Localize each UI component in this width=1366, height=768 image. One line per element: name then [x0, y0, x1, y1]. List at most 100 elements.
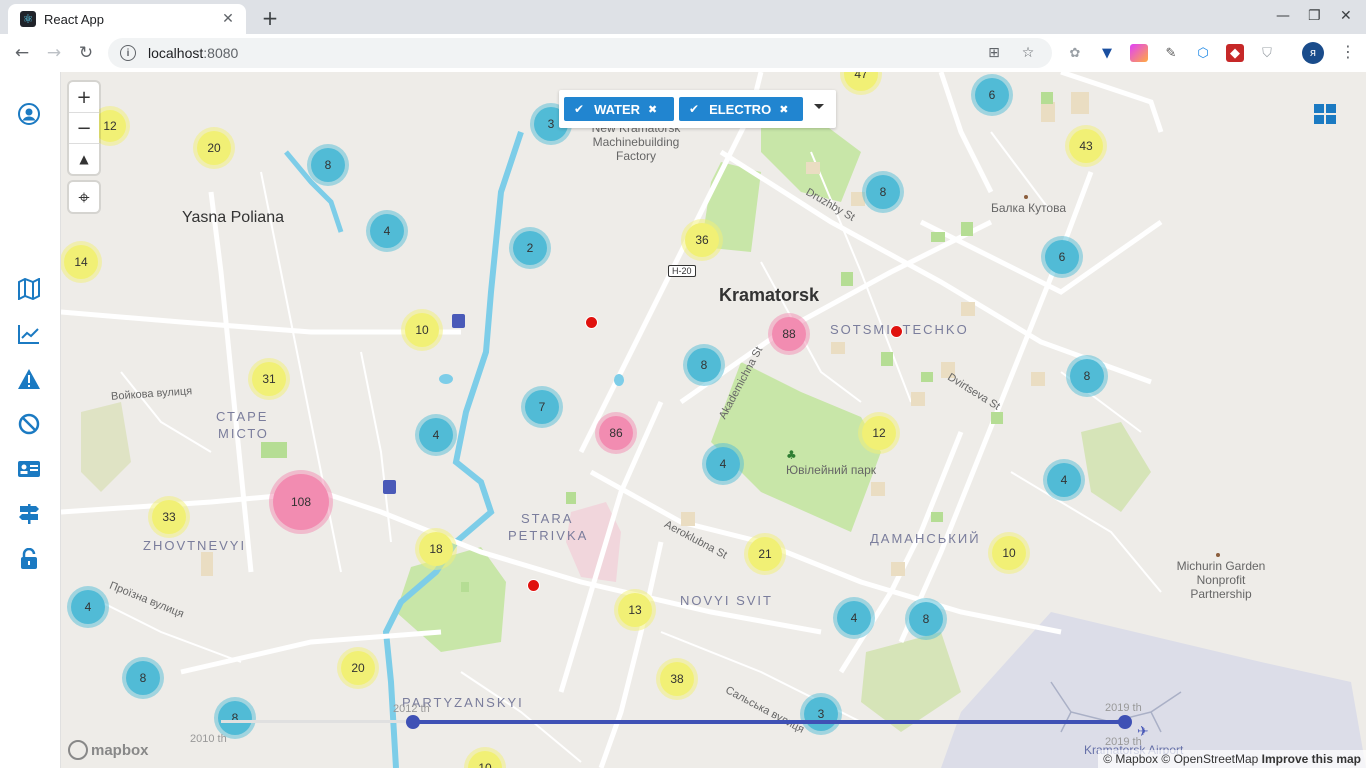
- map-icon[interactable]: [15, 275, 43, 303]
- extension-shield-icon[interactable]: ⛉: [1258, 44, 1276, 62]
- extension-v-icon[interactable]: ▼: [1098, 44, 1116, 62]
- zoom-in-button[interactable]: +: [69, 82, 99, 112]
- browser-tab[interactable]: ⚛ React App ✕: [8, 4, 246, 34]
- cluster-marker[interactable]: 86: [599, 416, 633, 450]
- cluster-marker[interactable]: 8: [311, 148, 345, 182]
- user-account-icon[interactable]: [15, 100, 43, 128]
- browser-menu-icon[interactable]: ⋮: [1340, 42, 1356, 61]
- reload-icon[interactable]: ↻: [74, 41, 98, 65]
- district-label-stare-2: МІСТО: [218, 426, 269, 441]
- cluster-marker[interactable]: 8: [687, 348, 721, 382]
- address-bar[interactable]: i localhost:8080 ⊞ ☆: [108, 38, 1052, 68]
- cluster-marker[interactable]: 21: [748, 537, 782, 571]
- chart-line-icon[interactable]: [15, 320, 43, 348]
- warning-icon[interactable]: [15, 365, 43, 393]
- cluster-marker[interactable]: 8: [1070, 359, 1104, 393]
- signpost-icon[interactable]: [15, 500, 43, 528]
- remove-chip-icon[interactable]: ✖: [648, 103, 657, 116]
- cluster-marker[interactable]: 38: [660, 662, 694, 696]
- poi-dot: [1024, 195, 1028, 199]
- extension-paw-icon[interactable]: ✿: [1066, 44, 1084, 62]
- place-label-yasna-poliana: Yasna Poliana: [182, 209, 284, 226]
- forward-arrow-icon[interactable]: →: [42, 41, 66, 65]
- improve-map-link[interactable]: Improve this map: [1262, 752, 1361, 766]
- tab-title: React App: [44, 11, 104, 27]
- cluster-marker[interactable]: 10: [992, 536, 1026, 570]
- cluster-marker[interactable]: 18: [419, 532, 453, 566]
- cluster-marker[interactable]: 33: [152, 500, 186, 534]
- cluster-marker[interactable]: 3: [804, 697, 838, 731]
- filter-chip-electro[interactable]: ✔ ELECTRO ✖: [679, 97, 803, 121]
- incident-point[interactable]: [527, 579, 540, 592]
- zoom-out-button[interactable]: −: [69, 112, 99, 143]
- remove-chip-icon[interactable]: ✖: [779, 103, 788, 116]
- profile-avatar[interactable]: я: [1302, 42, 1324, 64]
- district-label-stara: STARA: [521, 511, 574, 526]
- attribution-osm-link[interactable]: © OpenStreetMap: [1161, 752, 1258, 766]
- extension-pen-icon[interactable]: ✎: [1162, 44, 1180, 62]
- url-text: localhost:8080: [148, 45, 239, 61]
- extension-red-icon[interactable]: ◆: [1226, 44, 1244, 62]
- timeline-selected-range[interactable]: [413, 720, 1125, 724]
- district-label-zhovtnevyi: ZHOVTNEVYI: [143, 538, 247, 553]
- cluster-marker[interactable]: 7: [525, 390, 559, 424]
- extension-hex-icon[interactable]: ⬡: [1194, 44, 1212, 62]
- maximize-icon[interactable]: ❐: [1308, 8, 1321, 24]
- cluster-marker[interactable]: 4: [71, 590, 105, 624]
- attribution-mapbox-link[interactable]: © Mapbox: [1103, 752, 1158, 766]
- unlock-icon[interactable]: [15, 545, 43, 573]
- category-filter-select[interactable]: ✔ WATER ✖ ✔ ELECTRO ✖: [559, 90, 836, 128]
- cluster-marker[interactable]: 108: [273, 474, 329, 530]
- ban-icon[interactable]: [15, 410, 43, 438]
- incident-point[interactable]: [585, 316, 598, 329]
- minimize-icon[interactable]: —: [1276, 8, 1290, 24]
- cluster-marker[interactable]: 31: [252, 362, 286, 396]
- map-canvas[interactable]: Yasna Poliana Kramatorsk Войкова вулиця …: [61, 72, 1366, 768]
- geolocate-button[interactable]: ⌖: [69, 182, 99, 212]
- mapbox-logo[interactable]: mapbox: [68, 740, 149, 760]
- compass-button[interactable]: ▲: [69, 143, 99, 174]
- cluster-marker[interactable]: 20: [341, 651, 375, 685]
- filter-chip-water[interactable]: ✔ WATER ✖: [564, 97, 674, 121]
- cluster-marker[interactable]: 4: [706, 447, 740, 481]
- cluster-marker[interactable]: 4: [1047, 463, 1081, 497]
- extension-gradient-icon[interactable]: [1130, 44, 1148, 62]
- cluster-marker[interactable]: 14: [64, 245, 98, 279]
- zoom-control-group: + − ▲: [69, 82, 99, 174]
- cluster-marker[interactable]: 8: [126, 661, 160, 695]
- chevron-down-icon[interactable]: [814, 104, 824, 109]
- cluster-marker[interactable]: 88: [772, 317, 806, 351]
- cluster-marker[interactable]: 2: [513, 231, 547, 265]
- check-icon: ✔: [574, 102, 585, 116]
- timeline-start-handle[interactable]: [406, 715, 420, 729]
- cluster-marker[interactable]: 43: [1069, 129, 1103, 163]
- timeline-track[interactable]: [221, 720, 411, 723]
- translate-icon[interactable]: ⊞: [984, 43, 1004, 63]
- cluster-marker[interactable]: 8: [218, 701, 252, 735]
- close-tab-icon[interactable]: ✕: [220, 11, 236, 27]
- cluster-marker[interactable]: 6: [1045, 240, 1079, 274]
- cluster-marker[interactable]: 13: [618, 593, 652, 627]
- back-arrow-icon[interactable]: ←: [10, 41, 34, 65]
- cluster-marker[interactable]: 12: [862, 416, 896, 450]
- window-close-icon[interactable]: ✕: [1340, 8, 1352, 24]
- cluster-marker[interactable]: 6: [975, 78, 1009, 112]
- bookmark-star-icon[interactable]: ☆: [1018, 43, 1038, 63]
- timeline-end-handle[interactable]: [1118, 715, 1132, 729]
- grid-layout-icon[interactable]: [1314, 104, 1336, 124]
- cluster-marker[interactable]: 8: [866, 175, 900, 209]
- react-favicon-icon: ⚛: [20, 11, 36, 27]
- cluster-marker[interactable]: 4: [419, 418, 453, 452]
- train-station-icon: [383, 480, 396, 494]
- site-info-icon[interactable]: i: [120, 45, 136, 61]
- cluster-marker[interactable]: 36: [685, 223, 719, 257]
- cluster-marker[interactable]: 10: [405, 313, 439, 347]
- cluster-marker[interactable]: 20: [197, 131, 231, 165]
- cluster-marker[interactable]: 8: [909, 602, 943, 636]
- cluster-marker[interactable]: 4: [837, 601, 871, 635]
- cluster-marker[interactable]: 4: [370, 214, 404, 248]
- incident-point[interactable]: [890, 325, 903, 338]
- check-icon: ✔: [689, 102, 700, 116]
- id-card-icon[interactable]: [15, 455, 43, 483]
- new-tab-button[interactable]: +: [258, 6, 282, 30]
